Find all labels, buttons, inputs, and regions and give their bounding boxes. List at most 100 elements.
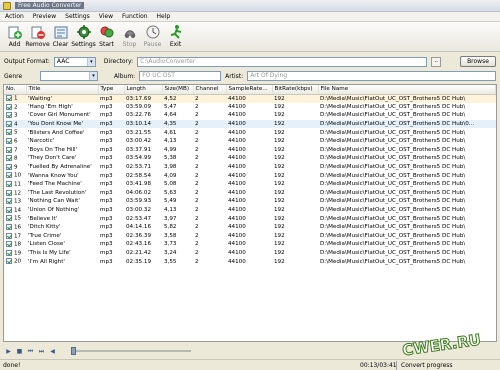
row-checkbox[interactable] [6, 206, 12, 213]
cell-channel: 2 [195, 241, 199, 248]
next-icon[interactable]: ⏭ [37, 347, 46, 356]
table-row[interactable]: 8 'They Don't Care' mp3 03:54.99 5,38 2 44100 1… [4, 154, 496, 163]
settings-button[interactable]: Settings [71, 24, 96, 52]
col-bitrate[interactable]: BitRate(kbps) [272, 85, 319, 95]
cell-filename: D:\Media\Music\FlatOut_UC_OST_Brothers5 … [320, 138, 466, 145]
table-row[interactable]: 18 'Listen Close' mp3 02:43.16 3,73 2 44100 192… [4, 240, 496, 249]
cell-type: mp3 [100, 164, 113, 171]
directory-input[interactable]: C:\AudioConverter [137, 56, 428, 67]
cell-length: 03:21.55 [126, 129, 152, 136]
previous-icon[interactable]: ⏮ [26, 347, 35, 356]
table-row[interactable]: 10 'Wanna Know You' mp3 02:58.54 4,09 2 44100 1… [4, 171, 496, 180]
start-button[interactable]: Start [95, 24, 118, 52]
stop-icon[interactable]: ■ [15, 347, 24, 356]
cell-type: mp3 [100, 138, 113, 145]
table-row[interactable]: 2 'Hang 'Em High' mp3 03:59.09 5,47 2 44100 192… [4, 103, 496, 112]
row-checkbox[interactable] [6, 138, 12, 145]
cell-bitrate: 192 [274, 224, 285, 231]
genre-select[interactable]: ▾ [40, 71, 98, 81]
exit-button[interactable]: Exit [164, 24, 187, 52]
row-checkbox[interactable] [6, 172, 12, 179]
cell-size: 3,97 [164, 215, 177, 222]
col-no[interactable]: No. [4, 85, 27, 95]
output-format-select[interactable]: AAC ▾ [53, 56, 96, 67]
table-row[interactable]: 14 'Union Of Nothing' mp3 03:00.32 4,13 2 4410… [4, 206, 496, 215]
album-input[interactable]: FO UC OST [139, 71, 222, 81]
menu-preview[interactable]: Preview [33, 13, 56, 20]
clear-button[interactable]: Clear [49, 24, 72, 52]
cell-channel: 2 [195, 249, 199, 256]
seek-slider[interactable] [71, 347, 191, 355]
table-row[interactable]: 12 'The Last Revolution' mp3 04:06.02 5,63 2 4… [4, 189, 496, 198]
col-title[interactable]: Title [26, 85, 99, 95]
table-row[interactable]: 16 'Ditch Kitty' mp3 04:14.16 5,82 2 44100 192 D… [4, 223, 496, 232]
browse-button[interactable]: Browse [460, 56, 496, 67]
row-checkbox[interactable] [6, 215, 12, 222]
col-samplerate[interactable]: SampleRate... [226, 85, 273, 95]
table-row[interactable]: 9 'Fuelled By Adrenaline' mp3 02:53.71 3,98 2… [4, 163, 496, 172]
menu-settings[interactable]: Settings [65, 13, 90, 20]
row-checkbox[interactable] [6, 223, 12, 230]
cell-bitrate: 192 [274, 249, 285, 256]
cell-title: 'True Crime' [28, 232, 62, 239]
row-checkbox[interactable] [6, 189, 12, 196]
table-row[interactable]: 13 'Nothing Can Wait' mp3 03:59.93 5,49 2 4410… [4, 197, 496, 206]
cell-size: 3,98 [164, 164, 177, 171]
cell-channel: 2 [195, 129, 199, 136]
row-checkbox[interactable] [6, 155, 12, 162]
table-row[interactable]: 20 'I'm All Right' mp3 02:35.19 3,55 2 44100 19… [4, 257, 496, 266]
row-checkbox[interactable] [6, 103, 12, 110]
tag-options-row: Genre ▾ Album: FO UC OST Artist: Art Of … [0, 70, 500, 82]
col-type[interactable]: Type [98, 85, 125, 95]
col-length[interactable]: Length [124, 85, 163, 95]
row-checkbox[interactable] [6, 95, 12, 102]
row-checkbox[interactable] [6, 180, 12, 187]
seek-handle[interactable] [71, 347, 76, 355]
gear-icon [76, 25, 91, 39]
cell-bitrate: 192 [274, 189, 285, 196]
cell-title: 'Narcotic' [28, 138, 55, 145]
menu-function[interactable]: Function [122, 13, 148, 20]
cell-channel: 2 [195, 232, 199, 239]
pause-button[interactable]: Pause [141, 24, 164, 52]
cell-length: 02:43.16 [126, 241, 152, 248]
row-checkbox[interactable] [6, 249, 12, 256]
table-row[interactable]: 7 'Boys On The Hill' mp3 03:37.91 4,99 2 44100… [4, 146, 496, 155]
row-checkbox[interactable] [6, 112, 12, 119]
row-checkbox[interactable] [6, 163, 12, 170]
row-checkbox[interactable] [6, 129, 12, 136]
row-checkbox[interactable] [6, 232, 12, 239]
artist-input[interactable]: Art Of Dying [247, 71, 496, 81]
row-checkbox[interactable] [6, 258, 12, 265]
col-channel[interactable]: Channel [193, 85, 227, 95]
row-checkbox[interactable] [6, 198, 12, 205]
row-checkbox[interactable] [6, 146, 12, 153]
directory-dropdown-button[interactable]: .. [431, 56, 442, 67]
remove-button[interactable]: Remove [25, 24, 50, 52]
stop-button[interactable]: Stop [118, 24, 141, 52]
table-row[interactable]: 6 'Narcotic' mp3 03:00.42 4,13 2 44100 192 D:\Me… [4, 137, 496, 146]
cell-samplerate: 44100 [228, 146, 246, 153]
table-row[interactable]: 5 'Blisters And Coffee' mp3 03:21.55 4,61 2 44… [4, 128, 496, 137]
table-row[interactable]: 1 'Waiting' mp3 03:17.69 4,52 2 44100 192 D:\Med… [4, 94, 496, 103]
table-row[interactable]: 11 'Feed The Machine' mp3 03:41.98 5,08 2 4410… [4, 180, 496, 189]
volume-icon[interactable]: ◀ [48, 347, 57, 356]
add-button[interactable]: Add [3, 24, 26, 52]
col-size[interactable]: Size(MB) [162, 85, 194, 95]
row-checkbox[interactable] [6, 241, 12, 248]
table-row[interactable]: 17 'True Crime' mp3 02:36.39 3,58 2 44100 192 D:… [4, 232, 496, 241]
cell-length: 04:14.16 [126, 224, 152, 231]
cell-samplerate: 44100 [228, 129, 246, 136]
menu-help[interactable]: Help [157, 13, 171, 20]
cell-samplerate: 44100 [228, 138, 246, 145]
row-checkbox[interactable] [6, 120, 12, 127]
play-icon[interactable]: ▶ [4, 347, 13, 356]
menu-action[interactable]: Action [5, 13, 24, 20]
table-row[interactable]: 19 'This Is My Life' mp3 02:21.42 3,24 2 44100… [4, 249, 496, 258]
col-filename[interactable]: File Name [318, 85, 496, 95]
menu-view[interactable]: View [99, 13, 113, 20]
table-row[interactable]: 15 'Believe It' mp3 02:53.47 3,97 2 44100 192 D:… [4, 214, 496, 223]
table-row[interactable]: 4 'You Dont Know Me' mp3 03:10.14 4,35 2 44100… [4, 119, 496, 129]
status-text: done! [3, 361, 21, 369]
table-row[interactable]: 3 'Cover Girl Monument' mp3 03:22.76 4,64 2 44… [4, 111, 496, 120]
